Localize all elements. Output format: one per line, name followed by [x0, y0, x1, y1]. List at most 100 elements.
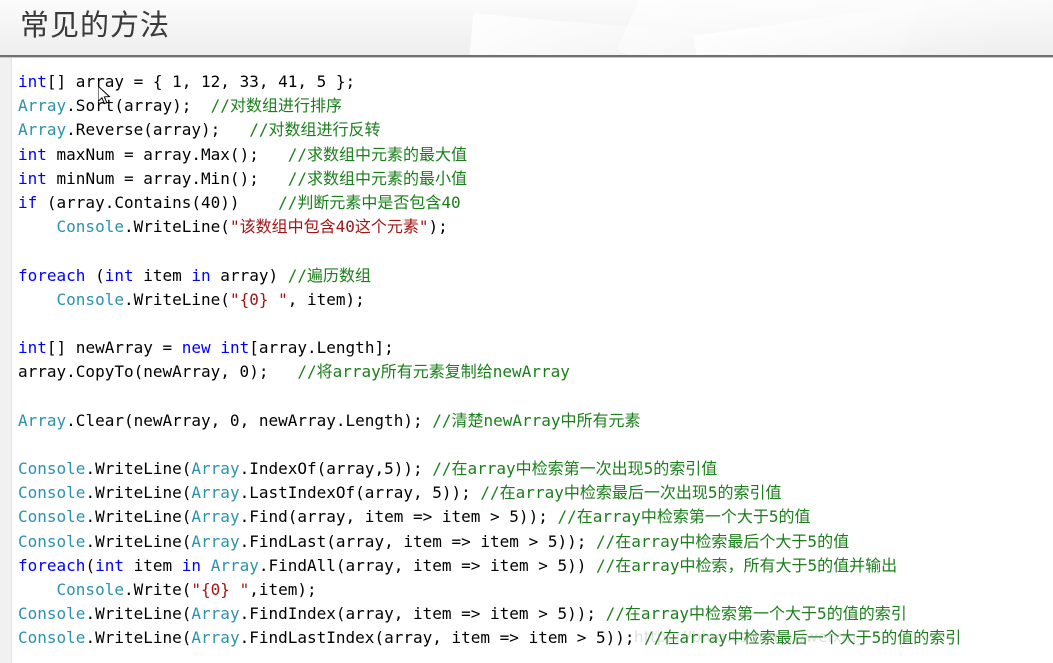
- code-token: Console: [56, 289, 124, 309]
- code-token: .Sort(array);: [66, 96, 211, 116]
- code-line: Array.Sort(array); //对数组进行排序: [18, 94, 1053, 118]
- code-token: .Reverse(array);: [66, 120, 250, 140]
- code-token: .WriteLine(: [85, 507, 192, 527]
- code-line: int minNum = array.Min(); //求数组中元素的最小值: [18, 167, 1053, 191]
- code-line: Console.WriteLine("{0} ", item);: [18, 288, 1053, 312]
- code-token: Array: [191, 531, 240, 551]
- code-token: );: [428, 217, 448, 237]
- code-token: //在array中检索第一次出现5的索引值: [432, 459, 718, 478]
- code-token: Array: [191, 604, 240, 624]
- code-token: //在array中检索最后一个大于5的值的索引: [644, 628, 962, 648]
- code-token: minNum = array.Min();: [46, 168, 288, 188]
- code-token: [] newArray =: [46, 338, 182, 358]
- code-token: //清楚newArray中所有元素: [432, 410, 641, 430]
- page-title: 常见的方法: [20, 8, 171, 42]
- code-token: Console: [18, 507, 86, 527]
- code-token: Console: [18, 459, 86, 478]
- code-token: int: [18, 338, 47, 358]
- code-token: Console: [18, 604, 86, 624]
- code-token: int: [220, 338, 250, 358]
- left-gutter-strip: [0, 58, 12, 663]
- header-decoration-shape-a: [616, 0, 924, 56]
- code-token: Console: [56, 579, 124, 599]
- code-token: ,item);: [249, 579, 317, 599]
- code-token: .WriteLine(: [85, 531, 192, 551]
- code-line: Console.WriteLine(Array.FindIndex(array,…: [18, 602, 1053, 626]
- code-token: if: [18, 192, 38, 212]
- code-token: array.CopyTo(newArray, 0);: [18, 362, 298, 382]
- code-token: Array: [18, 96, 67, 116]
- code-token: in: [181, 555, 202, 575]
- code-token: //在array中检索最后一次出现5的索引值: [480, 483, 782, 503]
- code-token: //求数组中元素的最小值: [287, 168, 468, 188]
- code-token: (: [85, 555, 96, 575]
- code-token: Array: [191, 507, 240, 527]
- code-canvas: int[] array = { 1, 12, 33, 41, 5 }; Array…: [12, 58, 1053, 663]
- code-token: //在array中检索，所有大于5的值并输出: [596, 555, 898, 575]
- code-token: .WriteLine(: [123, 217, 230, 237]
- code-token: Array: [191, 483, 240, 503]
- code-token: .WriteLine(: [85, 483, 192, 503]
- code-token: "该数组中包含40这个元素": [229, 217, 429, 237]
- code-token: .WriteLine(: [85, 604, 192, 624]
- code-token: "{0} ": [229, 289, 288, 309]
- code-token: [] array = { 1, 12, 33, 41, 5 };: [46, 72, 356, 91]
- code-token: new: [181, 338, 211, 358]
- code-token: .WriteLine(: [85, 459, 192, 478]
- code-token: int: [18, 144, 47, 164]
- slide-canvas: 常见的方法 int[] array = { 1, 12, 33, 41, 5 }…: [0, 0, 1053, 663]
- code-token: .FindLast(array, item => item > 5));: [239, 531, 596, 551]
- code-token: maxNum = array.Max();: [46, 144, 288, 164]
- code-token: Array: [191, 628, 240, 648]
- header-decoration-shape-c: [468, 13, 812, 56]
- code-token: in: [191, 265, 211, 285]
- code-token: foreach: [18, 555, 86, 575]
- code-line: Console.WriteLine(Array.FindLastIndex(ar…: [18, 626, 1053, 650]
- code-line: Console.WriteLine(Array.Find(array, item…: [18, 505, 1053, 529]
- code-token: .IndexOf(array,5));: [239, 459, 433, 478]
- code-token: .LastIndexOf(array, 5));: [239, 483, 481, 503]
- code-token: array): [210, 265, 288, 285]
- code-line: if (array.Contains(40)) //判断元素中是否包含40: [18, 191, 1053, 215]
- code-token: int: [18, 72, 47, 91]
- code-token: Console: [18, 483, 86, 503]
- code-token: item: [123, 555, 182, 575]
- header-decoration-shape-b: [693, 0, 1053, 56]
- code-line: int[] newArray = new int[array.Length];: [18, 336, 1053, 360]
- code-token: .FindAll(array, item => item > 5)): [258, 555, 597, 575]
- code-token: .FindLastIndex(array, item => item > 5))…: [239, 628, 645, 648]
- code-token: //在array中检索第一个大于5的值: [557, 507, 811, 527]
- code-token: //对数组进行反转: [249, 120, 381, 140]
- code-token: .Write(: [123, 579, 192, 599]
- code-line: foreach(int item in Array.FindAll(array,…: [18, 554, 1053, 578]
- code-line: Console.WriteLine(Array.LastIndexOf(arra…: [18, 481, 1053, 505]
- code-token: Array: [18, 120, 67, 140]
- code-token: //在array中检索第一个大于5的值的索引: [605, 604, 907, 624]
- code-token: item: [133, 265, 192, 285]
- code-token: //遍历数组: [287, 265, 372, 285]
- code-line: Console.Write("{0} ",item);: [18, 578, 1053, 602]
- code-token: Console: [56, 217, 124, 237]
- code-token: Console: [18, 628, 86, 648]
- slide-header: 常见的方法: [0, 0, 1053, 56]
- code-token: int: [104, 265, 134, 285]
- code-token: //求数组中元素的最大值: [287, 144, 468, 164]
- code-token: int: [95, 555, 124, 575]
- code-line: int maxNum = array.Max(); //求数组中元素的最大值: [18, 143, 1053, 167]
- code-line: int[] array = { 1, 12, 33, 41, 5 };: [18, 70, 1053, 94]
- code-token: .WriteLine(: [123, 289, 230, 309]
- code-token: Array: [210, 555, 259, 575]
- code-token: (: [85, 265, 105, 285]
- code-token: Console: [18, 531, 86, 551]
- code-token: .FindIndex(array, item => item > 5));: [239, 604, 606, 624]
- code-token: //将array所有元素复制给newArray: [297, 362, 570, 382]
- code-token: .WriteLine(: [85, 628, 192, 648]
